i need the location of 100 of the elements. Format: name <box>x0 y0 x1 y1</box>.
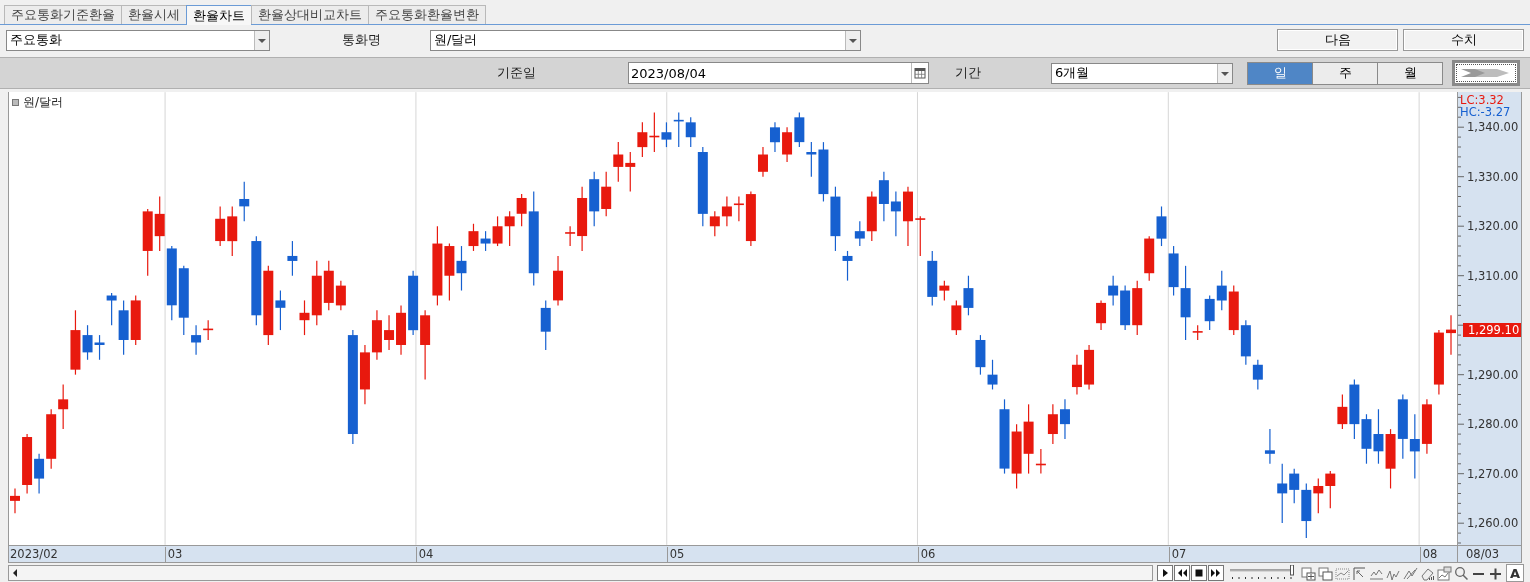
candlestick <box>178 265 189 336</box>
rewind-icon[interactable] <box>1176 567 1188 579</box>
candlestick <box>287 240 298 277</box>
axis-label: 1,290.00 <box>1467 367 1519 382</box>
date-label: 기준일 <box>497 64 537 82</box>
candlestick <box>58 383 69 430</box>
candlestick <box>890 191 901 237</box>
interval-tab[interactable]: 주 <box>1312 61 1378 85</box>
axis-label: 05 <box>666 547 685 563</box>
period-select[interactable]: 6개월 <box>1051 62 1233 84</box>
scrollbar[interactable] <box>8 565 1153 581</box>
candlestick <box>625 151 636 193</box>
interval-tab[interactable]: 일 <box>1247 61 1313 85</box>
candlestick <box>1096 299 1107 331</box>
candlestick <box>227 205 238 257</box>
expand-button[interactable] <box>1452 60 1520 86</box>
candlestick <box>613 141 624 183</box>
candlestick <box>1059 398 1070 440</box>
candlestick <box>371 309 382 361</box>
chart-frame-icon[interactable] <box>1335 565 1350 581</box>
candlestick <box>637 121 648 158</box>
axis-label: 1,320.00 <box>1467 219 1519 234</box>
candlestick <box>215 205 226 247</box>
candlestick <box>987 359 998 391</box>
candlestick <box>396 304 407 356</box>
candlestick <box>540 299 551 351</box>
candlestick <box>963 275 974 316</box>
font-button[interactable]: A <box>1506 564 1524 582</box>
axis-label: 1,310.00 <box>1467 268 1519 283</box>
candlestick <box>1156 205 1167 247</box>
candlestick <box>1144 235 1155 282</box>
candlestick <box>384 314 395 351</box>
candlestick <box>504 210 515 247</box>
candlestick <box>721 196 732 227</box>
tab[interactable]: 주요통화기준환율 <box>4 5 122 24</box>
candlestick <box>589 171 600 227</box>
windows-icon[interactable] <box>1318 565 1333 581</box>
candlestick <box>1361 413 1372 465</box>
candlestick <box>1385 428 1396 490</box>
draw-line-icon[interactable] <box>1403 565 1418 581</box>
candlestick <box>10 487 20 514</box>
candlestick <box>1047 403 1058 445</box>
candlestick <box>1421 398 1432 455</box>
search-icon[interactable] <box>1454 565 1469 581</box>
axis-label: 1,330.00 <box>1467 169 1519 184</box>
currency-select[interactable]: 원/달러 <box>430 29 861 51</box>
chart-settings-icon[interactable] <box>1437 565 1452 581</box>
candlestick <box>1446 314 1456 356</box>
candlestick <box>130 294 141 346</box>
candlestick <box>903 186 913 247</box>
candlestick <box>444 242 455 301</box>
axis-label: 06 <box>917 547 936 563</box>
legend-label: 원/달러 <box>23 94 64 111</box>
tab[interactable]: 환율시세 <box>121 5 187 24</box>
candlestick <box>915 215 926 257</box>
candlestick <box>1397 393 1408 460</box>
candlestick <box>420 309 431 381</box>
axis-label: 1,260.00 <box>1467 516 1519 531</box>
legend-marker-icon <box>12 99 19 106</box>
hc-label: HC:-3.27 <box>1460 105 1511 119</box>
candlestick <box>878 171 889 222</box>
candlestick <box>758 146 768 178</box>
next-button[interactable]: 다음 <box>1277 29 1398 51</box>
candlestick <box>239 181 250 222</box>
values-button[interactable]: 수치 <box>1403 29 1524 51</box>
tab[interactable]: 주요통화환율변환 <box>368 5 486 24</box>
candlestick <box>1409 413 1420 480</box>
axis-label: 1,270.00 <box>1467 466 1519 481</box>
candlestick <box>1071 354 1082 396</box>
candlestick <box>782 126 793 163</box>
axis-label: 03 <box>164 547 183 563</box>
axis-label: 04 <box>415 547 434 563</box>
currency-label: 통화명 <box>342 31 382 49</box>
axis-label: 07 <box>1168 547 1187 563</box>
tab[interactable]: 환율차트 <box>186 5 252 25</box>
stop-icon[interactable] <box>1193 567 1205 579</box>
candlestick <box>1132 280 1143 336</box>
candlestick <box>1084 344 1095 391</box>
candlestick <box>1373 408 1384 465</box>
axis-label: 1,340.00 <box>1467 120 1519 135</box>
calendar-icon[interactable] <box>914 67 926 79</box>
scroll-left-icon[interactable] <box>11 568 19 578</box>
tab[interactable]: 환율상대비교차트 <box>251 5 369 24</box>
candlestick <box>142 208 153 277</box>
candlestick <box>154 196 165 252</box>
category-select[interactable]: 주요통화 <box>6 29 270 51</box>
cursor-line-icon[interactable] <box>1352 565 1367 581</box>
candlestick <box>94 334 105 361</box>
window-grid-icon[interactable] <box>1301 565 1316 581</box>
candlestick <box>1228 285 1239 336</box>
axis-corner-label: 08/03 <box>1457 545 1522 563</box>
candlestick <box>601 171 612 217</box>
candlestick <box>553 255 563 306</box>
candlestick <box>1216 270 1227 311</box>
date-field[interactable]: 2023/08/04 <box>628 62 929 84</box>
interval-tab[interactable]: 월 <box>1377 61 1443 85</box>
candlestick <box>1433 329 1444 396</box>
fast-forward-icon[interactable] <box>1210 567 1222 579</box>
zoom-slider[interactable] <box>1228 565 1296 581</box>
candlestick <box>975 334 986 376</box>
